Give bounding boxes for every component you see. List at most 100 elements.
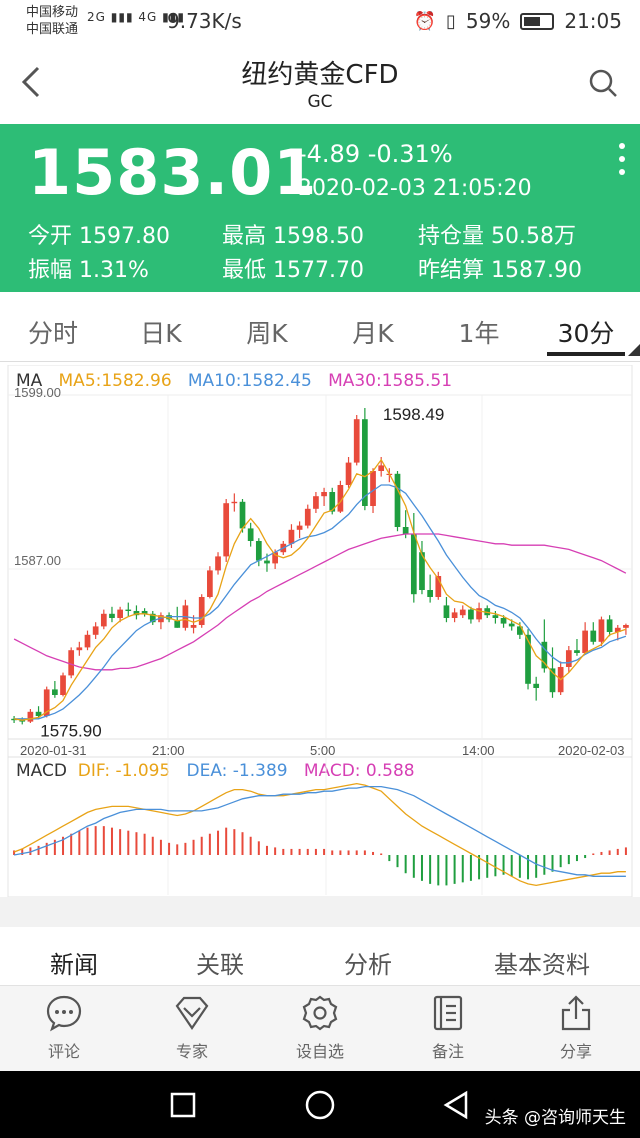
status-bar: 中国移动 中国联通 2G ▮▮▮ 4G ▮▮▮ 9.73K/s ⏰ ▯ 59% … — [0, 0, 640, 44]
candle-body — [247, 528, 254, 541]
candle-body — [313, 496, 319, 509]
system-nav-bar: 头条 @咨询师天生 — [0, 1071, 640, 1138]
candle-body — [582, 630, 588, 653]
tab-daily[interactable]: 日K — [116, 314, 206, 350]
tab-intraday[interactable]: 分时 — [8, 314, 98, 350]
stat-low: 最低 1577.70 — [222, 252, 364, 284]
candle-body — [402, 527, 409, 534]
nav-bar: 纽约黄金CFD GC — [0, 44, 640, 124]
tab-monthly[interactable]: 月K — [328, 314, 418, 350]
more-icon[interactable] — [618, 142, 626, 176]
carrier-2: 中国联通 — [26, 22, 79, 37]
dea-line — [13, 785, 626, 877]
signal-icon: ▮▮▮ — [110, 10, 134, 24]
candle-body — [231, 501, 238, 504]
candle-body — [362, 419, 368, 506]
candle-body — [443, 605, 450, 618]
corner-mark — [628, 344, 640, 356]
carrier-1: 中国移动 — [26, 5, 79, 20]
stat-prev-settle: 昨结算 1587.90 — [418, 252, 582, 284]
tab-30min[interactable]: 30分 — [541, 314, 631, 350]
candle-body — [590, 630, 597, 642]
stat-value: 1.31% — [79, 258, 149, 283]
network-speed: 9.73K/s — [167, 9, 242, 33]
diamond-icon — [175, 996, 209, 1030]
candle-body — [574, 650, 580, 653]
subtab-news[interactable]: 新闻 — [14, 945, 134, 980]
candle-body — [378, 465, 385, 471]
tab-weekly[interactable]: 周K — [222, 314, 312, 350]
tab-1year[interactable]: 1年 — [434, 314, 524, 350]
share-label: 分享 — [559, 1042, 592, 1061]
ma5-line — [13, 458, 627, 721]
kline-chart[interactable]: 1599.00 1587.00 1598.49 1575.90 2020-01-31 21… — [0, 365, 640, 897]
y-tick-label: 1587.00 — [14, 553, 61, 568]
high-price-label: 1598.49 — [383, 405, 444, 424]
back-nav-icon[interactable] — [442, 1090, 470, 1120]
candle-body — [492, 615, 499, 618]
candle-body — [117, 609, 123, 618]
candle-body — [533, 683, 540, 688]
ma30-line — [13, 533, 627, 671]
watermark: 头条 @咨询师天生 — [484, 1108, 626, 1128]
vibrate-icon: ▯ — [446, 10, 456, 32]
candle-body — [109, 613, 115, 618]
gear-icon — [302, 995, 338, 1031]
subtab-basic-info[interactable]: 基本资料 — [480, 945, 604, 980]
candle-body — [125, 609, 132, 611]
add-watchlist-button[interactable]: 设自选 — [270, 994, 370, 1062]
carrier-names: 中国移动 中国联通 — [26, 4, 78, 38]
candle-body — [410, 534, 417, 595]
battery-percent: 59% — [465, 9, 511, 33]
candle-body — [623, 625, 629, 628]
subtab-related[interactable]: 关联 — [160, 945, 280, 980]
share-button[interactable]: 分享 — [526, 994, 626, 1062]
candle-body — [92, 626, 99, 635]
x-tick-label: 14:00 — [462, 743, 495, 758]
search-icon[interactable] — [588, 68, 618, 98]
recent-apps-icon[interactable] — [169, 1091, 197, 1119]
candle-body — [84, 634, 91, 648]
stat-open: 今开 1597.80 — [28, 218, 170, 250]
x-tick-label: 2020-01-31 — [20, 743, 87, 758]
candle-body — [288, 529, 295, 544]
candle-body — [174, 620, 181, 628]
candle-body — [76, 647, 83, 651]
home-icon[interactable] — [304, 1089, 336, 1121]
x-tick-label: 5:00 — [310, 743, 335, 758]
page-subtitle: GC — [307, 92, 333, 112]
stat-label: 持仓量 — [418, 224, 485, 249]
candle-body — [468, 609, 474, 620]
candle-body — [508, 623, 515, 627]
candle-body — [215, 556, 221, 571]
candle-body — [264, 560, 270, 564]
expert-label: 专家 — [175, 1042, 208, 1061]
note-button[interactable]: 备注 — [398, 994, 498, 1062]
status-right: ⏰ ▯ 59% 21:05 — [414, 9, 622, 33]
candle-body — [296, 525, 303, 530]
candle-body — [459, 609, 466, 616]
quote-time: 2020-02-03 21:05:20 — [298, 176, 532, 201]
section-gap — [0, 897, 640, 927]
candle-body — [353, 419, 360, 463]
stat-high: 最高 1598.50 — [222, 218, 364, 250]
comment-button[interactable]: 评论 — [14, 994, 114, 1062]
stat-label: 最低 — [222, 258, 267, 283]
candle-body — [451, 612, 458, 618]
expert-button[interactable]: 专家 — [142, 994, 242, 1062]
chart-area[interactable]: MA MA5:1582.96 MA10:1582.45 MA30:1585.51… — [0, 365, 640, 897]
candle-body — [198, 597, 205, 625]
candle-body — [427, 590, 433, 597]
last-price: 1583.01 — [28, 136, 318, 209]
candle-body — [60, 675, 66, 695]
candle-body — [68, 650, 75, 676]
stat-open-interest: 持仓量 50.58万 — [418, 218, 576, 250]
stat-label: 最高 — [222, 224, 267, 249]
low-price-label: 1575.90 — [40, 721, 101, 740]
x-tick-label: 21:00 — [152, 743, 185, 758]
candle-body — [190, 625, 197, 628]
x-tick-label: 2020-02-03 — [558, 743, 625, 758]
candle-body — [27, 711, 34, 722]
subtab-analysis[interactable]: 分析 — [308, 945, 428, 980]
add-watchlist-label: 设自选 — [295, 1042, 344, 1061]
